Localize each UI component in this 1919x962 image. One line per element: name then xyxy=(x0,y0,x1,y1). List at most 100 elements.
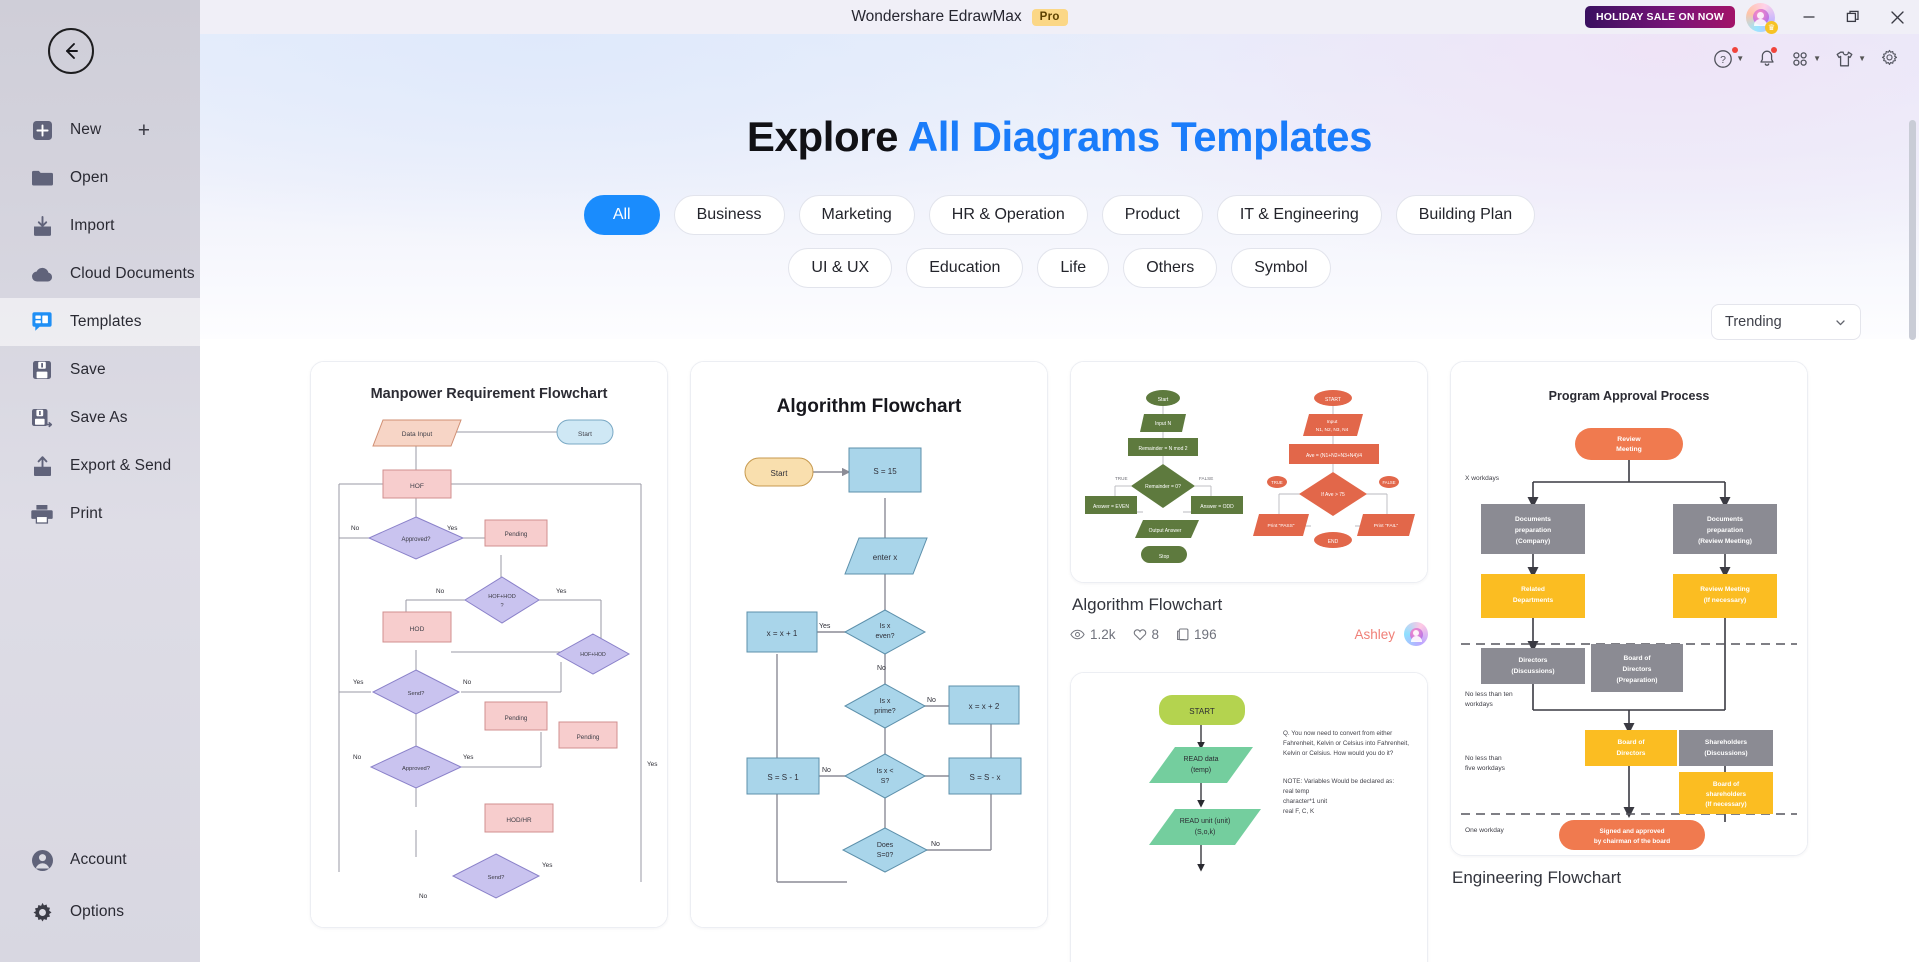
template-author[interactable]: Ashley xyxy=(1354,622,1428,646)
copies-stat: 196 xyxy=(1176,627,1217,642)
help-badge-dot xyxy=(1732,47,1739,53)
svg-text:Meeting: Meeting xyxy=(1616,446,1642,453)
svg-text:No: No xyxy=(351,525,360,532)
new-add-shortcut[interactable]: + xyxy=(138,120,150,141)
pro-badge: Pro xyxy=(1031,8,1068,26)
user-avatar[interactable]: ♛ xyxy=(1746,2,1778,34)
template-card-algorithm-flowchart-labeled[interactable]: Start Input N Remainder = N mod 2 Remain… xyxy=(1070,361,1428,650)
svg-text:Related: Related xyxy=(1521,586,1545,593)
svg-text:START: START xyxy=(1325,397,1341,403)
svg-text:(Preparation): (Preparation) xyxy=(1616,677,1657,684)
sidebar-item-label: Options xyxy=(70,903,125,920)
filter-chip-symbol[interactable]: Symbol xyxy=(1231,248,1331,288)
sidebar-item-account[interactable]: Account xyxy=(0,834,200,886)
holiday-sale-button[interactable]: HOLIDAY SALE ON NOW xyxy=(1584,6,1735,28)
svg-text:Board of: Board of xyxy=(1623,655,1651,662)
temperature-flowchart-preview: START READ data (temp) READ unit (unit) … xyxy=(1071,673,1427,962)
filter-chip-ui-ux[interactable]: UI & UX xyxy=(788,248,893,288)
svg-text:five workdays: five workdays xyxy=(1465,765,1506,772)
save-floppy-icon xyxy=(30,358,54,382)
svg-text:enter x: enter x xyxy=(873,553,897,562)
svg-text:Approved?: Approved? xyxy=(402,766,431,772)
templates-scroll-area[interactable]: Explore All Diagrams Templates All Busin… xyxy=(200,34,1919,962)
notifications-button[interactable] xyxy=(1752,45,1782,73)
svg-text:Ave = (N1+N2+N3+N4)/4: Ave = (N1+N2+N3+N4)/4 xyxy=(1306,453,1362,459)
scrollbar-thumb[interactable] xyxy=(1909,120,1916,340)
svg-text:NOTE: Variables Would be decla: NOTE: Variables Would be declared as: xyxy=(1283,778,1394,785)
svg-text:(Review Meeting): (Review Meeting) xyxy=(1698,538,1752,545)
svg-text:Pending: Pending xyxy=(505,531,528,538)
page-title: Explore All Diagrams Templates xyxy=(200,34,1919,161)
template-card-manpower[interactable]: Manpower Requirement Flowchart Data Inpu… xyxy=(310,361,668,928)
filter-chip-life[interactable]: Life xyxy=(1037,248,1110,288)
main-content: Wondershare EdrawMax Pro HOLIDAY SALE ON… xyxy=(200,0,1919,962)
filter-chip-hr-operation[interactable]: HR & Operation xyxy=(928,195,1088,235)
settings-button[interactable] xyxy=(1874,45,1905,74)
filter-chip-all[interactable]: All xyxy=(583,195,660,235)
heart-icon xyxy=(1133,628,1146,640)
sidebar-item-templates[interactable]: Templates xyxy=(0,298,200,346)
sidebar-item-cloud-documents[interactable]: Cloud Documents xyxy=(0,250,200,298)
sidebar-item-print[interactable]: Print xyxy=(0,490,200,538)
template-card-engineering[interactable]: Program Approval Process Review Meeting … xyxy=(1450,361,1808,895)
svg-text:Departments: Departments xyxy=(1513,597,1554,604)
sort-dropdown[interactable]: Trending xyxy=(1711,304,1861,340)
template-card-algorithm[interactable]: Algorithm Flowchart Start S = 15 enter x… xyxy=(690,361,1048,928)
filter-chip-education[interactable]: Education xyxy=(906,248,1024,288)
author-name: Ashley xyxy=(1354,626,1395,642)
svg-text:Kelvin or Celsius. How would y: Kelvin or Celsius. How would you do it? xyxy=(1283,750,1394,757)
svg-text:(If necessary): (If necessary) xyxy=(1704,597,1747,604)
back-button[interactable] xyxy=(48,28,94,74)
app-title: Wondershare EdrawMax xyxy=(851,8,1022,25)
filter-chip-others[interactable]: Others xyxy=(1123,248,1218,288)
maximize-button[interactable] xyxy=(1831,0,1875,34)
sidebar-item-save[interactable]: Save xyxy=(0,346,200,394)
sidebar-item-new[interactable]: New + xyxy=(0,106,200,154)
filter-chip-product[interactable]: Product xyxy=(1101,195,1203,235)
minimize-button[interactable] xyxy=(1787,0,1831,34)
sidebar-item-import[interactable]: Import xyxy=(0,202,200,250)
grid-column-2: Algorithm Flowchart Start S = 15 enter x… xyxy=(690,361,1048,962)
svg-text:Approved?: Approved? xyxy=(401,537,431,543)
manpower-flowchart-preview: Manpower Requirement Flowchart Data Inpu… xyxy=(311,362,667,922)
edrawmax-window: New + Open Import Cloud Documents Templa… xyxy=(0,0,1919,962)
svg-text:workdays: workdays xyxy=(1464,701,1494,708)
help-button[interactable]: ? ▼ xyxy=(1708,45,1749,73)
svg-text:Yes: Yes xyxy=(463,754,473,761)
apps-button[interactable]: ▼ xyxy=(1785,45,1826,73)
svg-text:Review Meeting: Review Meeting xyxy=(1700,586,1749,593)
template-card-temperature-conversion[interactable]: START READ data (temp) READ unit (unit) … xyxy=(1070,672,1428,962)
svg-text:Output Answer: Output Answer xyxy=(1149,528,1182,534)
template-card-thumb-wrapper[interactable]: Program Approval Process Review Meeting … xyxy=(1450,361,1808,856)
filter-chip-it-engineering[interactable]: IT & Engineering xyxy=(1216,195,1382,235)
folder-icon xyxy=(30,166,54,190)
likes-stat: 8 xyxy=(1133,627,1159,642)
svg-text:(S,o,k): (S,o,k) xyxy=(1195,829,1216,836)
sidebar-item-label: Import xyxy=(70,217,115,234)
filter-chip-marketing[interactable]: Marketing xyxy=(798,195,915,235)
theme-button[interactable]: ▼ xyxy=(1829,45,1871,73)
filter-chip-building-plan[interactable]: Building Plan xyxy=(1395,195,1536,235)
svg-text:Start: Start xyxy=(578,431,592,438)
svg-text:?: ? xyxy=(500,603,503,609)
sidebar-item-label: Save As xyxy=(70,409,128,426)
filter-chip-business[interactable]: Business xyxy=(673,195,785,235)
svg-text:N1, N2, N3, N4: N1, N2, N3, N4 xyxy=(1316,427,1349,433)
sidebar-item-label: Save xyxy=(70,361,106,378)
svg-text:Remainder = N mod 2: Remainder = N mod 2 xyxy=(1138,446,1187,452)
svg-text:Directors: Directors xyxy=(1623,666,1652,673)
help-icon: ? xyxy=(1714,50,1733,68)
template-thumbnail: Program Approval Process Review Meeting … xyxy=(1451,362,1807,855)
template-card-thumb-wrapper[interactable]: Start Input N Remainder = N mod 2 Remain… xyxy=(1070,361,1428,583)
close-button[interactable] xyxy=(1875,0,1919,34)
sidebar-item-open[interactable]: Open xyxy=(0,154,200,202)
sidebar-item-save-as[interactable]: Save As xyxy=(0,394,200,442)
svg-text:One workday: One workday xyxy=(1465,827,1505,834)
svg-text:Answer = ODD: Answer = ODD xyxy=(1200,504,1234,510)
svg-text:Q. You now need to convert fro: Q. You now need to convert from either xyxy=(1283,730,1392,737)
twin-flowchart-preview: Start Input N Remainder = N mod 2 Remain… xyxy=(1071,362,1427,577)
views-stat: 1.2k xyxy=(1070,627,1116,642)
templates-icon xyxy=(30,310,54,334)
sidebar-item-options[interactable]: Options xyxy=(0,886,200,938)
sidebar-item-export-send[interactable]: Export & Send xyxy=(0,442,200,490)
